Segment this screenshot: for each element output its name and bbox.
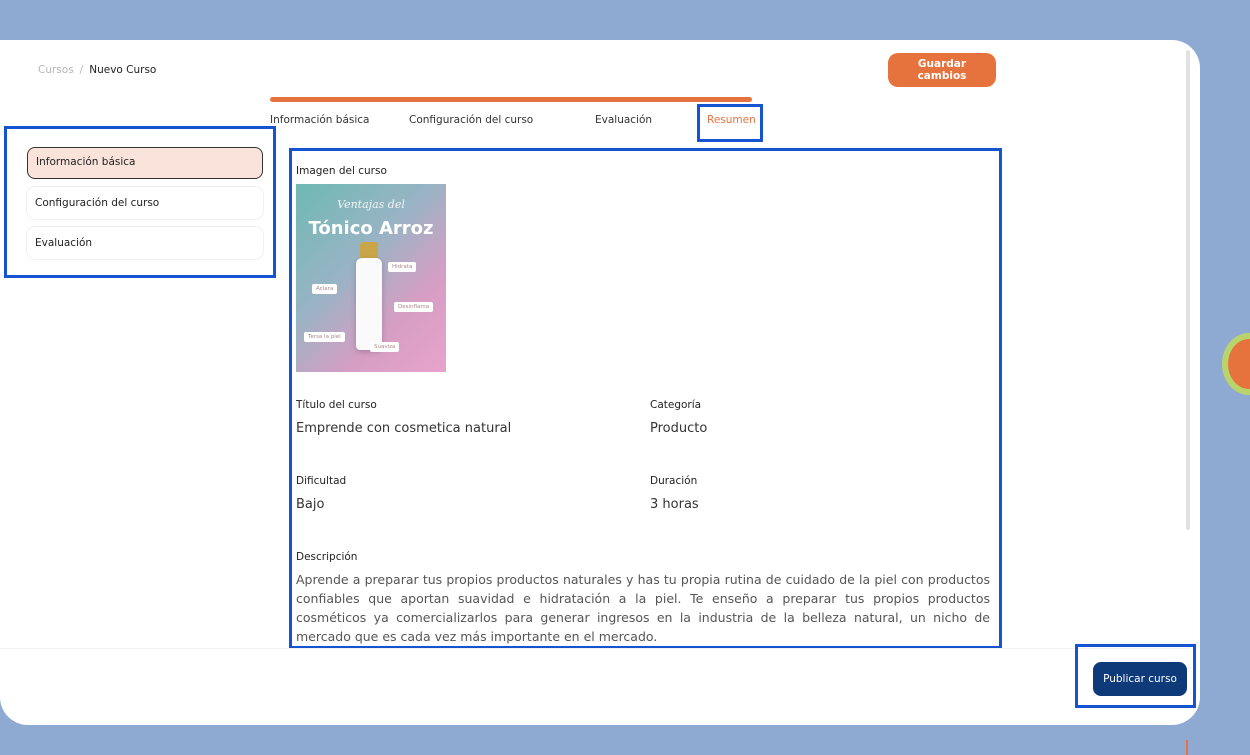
breadcrumb-current: Nuevo Curso <box>89 64 157 76</box>
bottle-graphic <box>356 258 382 350</box>
course-image-title: Tónico Arroz <box>308 218 434 239</box>
description-value: Aprende a preparar tus propios productos… <box>296 572 990 644</box>
breadcrumb-root-link[interactable]: Cursos <box>38 64 74 76</box>
image-tag: Hidrata <box>388 262 417 272</box>
decorative-line <box>1186 740 1188 755</box>
tab-evaluacion[interactable]: Evaluación <box>595 114 652 126</box>
course-image: Ventajas del Tónico Arroz Hidrata Aclara… <box>296 184 446 372</box>
duration-value: 3 horas <box>650 497 699 512</box>
category-value: Producto <box>650 421 708 436</box>
sidebar-item-configuracion-curso[interactable]: Configuración del curso <box>27 187 263 219</box>
course-title-value: Emprende con cosmetica natural <box>296 421 512 436</box>
duration-label: Duración <box>650 475 698 487</box>
description-label: Descripción <box>296 551 358 563</box>
image-tag: Aclara <box>312 284 338 294</box>
tab-informacion-basica[interactable]: Información básica <box>270 114 369 126</box>
save-changes-button[interactable]: Guardar cambios <box>888 53 996 87</box>
scrollbar[interactable] <box>1186 50 1190 530</box>
category-label: Categoría <box>650 399 702 411</box>
decorative-circle <box>1222 333 1250 395</box>
course-title-label: Título del curso <box>296 399 377 411</box>
difficulty-label: Dificultad <box>296 475 347 487</box>
image-tag: Suaviza <box>370 342 400 352</box>
image-tag: Desinflama <box>394 302 434 312</box>
difficulty-value: Bajo <box>296 497 325 512</box>
course-image-label: Imagen del curso <box>296 165 387 177</box>
tab-resumen[interactable]: Resumen <box>707 114 756 126</box>
breadcrumb: Cursos / Nuevo Curso <box>38 64 156 76</box>
sidebar-item-informacion-basica[interactable]: Información básica <box>27 147 263 179</box>
publish-course-button[interactable]: Publicar curso <box>1093 662 1187 696</box>
sidebar-item-evaluacion[interactable]: Evaluación <box>27 227 263 259</box>
wizard-progress-bar <box>270 97 752 102</box>
footer-divider <box>0 648 1190 649</box>
image-tag: Tersa la piel <box>304 332 345 342</box>
tab-configuracion-curso[interactable]: Configuración del curso <box>409 114 533 126</box>
breadcrumb-separator: / <box>79 64 84 76</box>
course-image-subtitle: Ventajas del <box>337 198 405 211</box>
